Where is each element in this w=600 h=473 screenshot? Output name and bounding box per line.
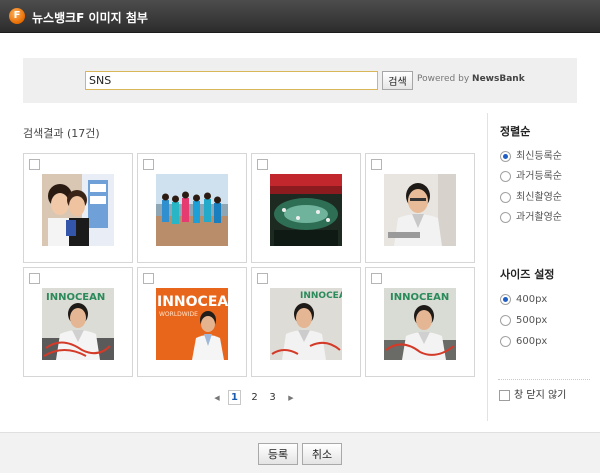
powered-by-brand: NewsBank <box>472 74 525 84</box>
result-card[interactable]: INNOCEAN <box>365 267 475 377</box>
result-card[interactable] <box>251 153 361 263</box>
result-card[interactable]: INNOCEAN <box>23 267 133 377</box>
sort-option-label: 최신등록순 <box>516 151 562 162</box>
sort-option-label: 과거등록순 <box>516 171 562 182</box>
size-radio-1[interactable] <box>500 315 511 326</box>
sort-option-label: 최신촬영순 <box>516 192 562 203</box>
result-checkbox[interactable] <box>371 273 382 284</box>
next-page-icon[interactable]: ▶ <box>286 390 296 406</box>
result-checkbox[interactable] <box>257 159 268 170</box>
options-sidebar: 정렬순 최신등록순 과거등록순 최신촬영순 과거촬영순 사이즈 설정 400px… <box>487 113 600 421</box>
size-radio-2[interactable] <box>500 336 511 347</box>
result-card[interactable] <box>23 153 133 263</box>
svg-text:INNOCEA: INNOCEA <box>157 294 228 310</box>
size-option-label: 500px <box>516 315 548 326</box>
results-title: 검색결과 (17건) <box>23 127 100 140</box>
result-checkbox[interactable] <box>143 273 154 284</box>
result-card[interactable] <box>137 153 247 263</box>
page-link-1[interactable]: 1 <box>228 390 241 405</box>
results-grid: INNOCEAN INNOCEA WORLDWIDE INNOCEA INNOCE… <box>23 153 476 377</box>
result-checkbox[interactable] <box>29 273 40 284</box>
size-title: 사이즈 설정 <box>500 268 555 281</box>
sort-radio-3[interactable] <box>500 212 511 223</box>
sort-radio-1[interactable] <box>500 171 511 182</box>
prev-page-icon[interactable]: ◀ <box>212 390 222 406</box>
sort-option-label: 과거촬영순 <box>516 212 562 223</box>
search-bar: 검색 Powered by NewsBank <box>23 58 577 103</box>
result-checkbox[interactable] <box>371 159 382 170</box>
window-title: 뉴스뱅크F 이미지 첨부 <box>32 11 148 25</box>
result-card[interactable]: INNOCEA <box>251 267 361 377</box>
result-thumbnail[interactable]: INNOCEAN <box>384 288 456 360</box>
result-card[interactable] <box>365 153 475 263</box>
result-thumbnail[interactable]: INNOCEA <box>270 288 342 360</box>
result-checkbox[interactable] <box>257 273 268 284</box>
powered-by: Powered by NewsBank <box>417 74 525 84</box>
svg-text:INNOCEAN: INNOCEAN <box>46 292 105 303</box>
cancel-button[interactable]: 취소 <box>302 443 342 465</box>
svg-text:INNOCEA: INNOCEA <box>300 291 342 301</box>
result-checkbox[interactable] <box>29 159 40 170</box>
svg-text:WORLDWIDE: WORLDWIDE <box>159 311 198 318</box>
result-thumbnail[interactable] <box>156 174 228 246</box>
result-card[interactable]: INNOCEA WORLDWIDE <box>137 267 247 377</box>
keep-open-label: 창 닫지 않기 <box>514 390 567 401</box>
keep-open-checkbox[interactable] <box>499 390 510 401</box>
title-bar: F 뉴스뱅크F 이미지 첨부 <box>0 0 600 33</box>
newsbank-logo-icon: F <box>9 8 25 24</box>
result-thumbnail[interactable] <box>42 174 114 246</box>
result-thumbnail[interactable]: INNOCEAN <box>42 288 114 360</box>
result-thumbnail[interactable]: INNOCEA WORLDWIDE <box>156 288 228 360</box>
search-button[interactable]: 검색 <box>382 71 413 90</box>
size-option-label: 400px <box>516 294 548 305</box>
powered-by-prefix: Powered by <box>417 74 470 84</box>
size-radio-0[interactable] <box>500 294 511 305</box>
result-thumbnail[interactable] <box>270 174 342 246</box>
page-link-3[interactable]: 3 <box>266 390 279 406</box>
submit-button[interactable]: 등록 <box>258 443 298 465</box>
search-input[interactable] <box>85 71 378 90</box>
sort-radio-2[interactable] <box>500 192 511 203</box>
sort-title: 정렬순 <box>500 125 531 138</box>
page-link-2[interactable]: 2 <box>248 390 261 406</box>
result-thumbnail[interactable] <box>384 174 456 246</box>
sort-radio-0[interactable] <box>500 151 511 162</box>
svg-text:INNOCEAN: INNOCEAN <box>390 292 449 303</box>
result-checkbox[interactable] <box>143 159 154 170</box>
pagination: ◀ 1 2 3 ▶ <box>212 390 302 406</box>
footer-bar: 등록 취소 <box>0 432 600 473</box>
size-option-label: 600px <box>516 336 548 347</box>
sidebar-divider <box>498 379 590 380</box>
